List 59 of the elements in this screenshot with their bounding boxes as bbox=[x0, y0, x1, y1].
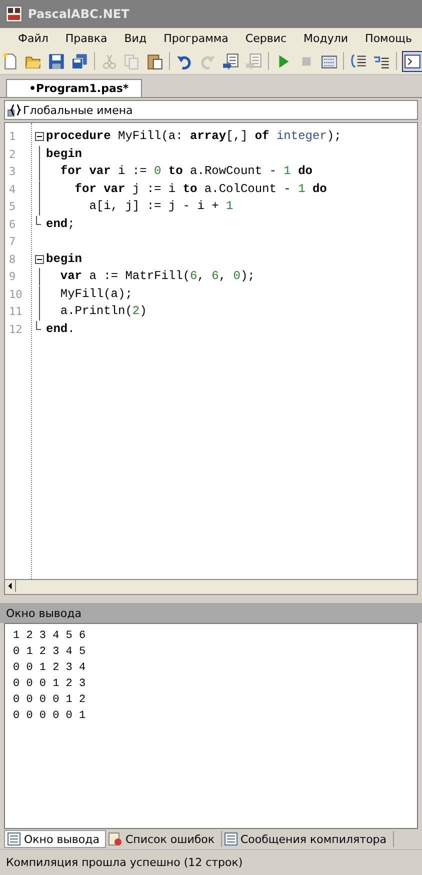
scope-dropdown[interactable]: Глобальные имена bbox=[4, 100, 418, 120]
line-number: 9 bbox=[9, 269, 17, 285]
code-line: end; bbox=[46, 216, 75, 230]
line-number: 7 bbox=[9, 234, 17, 250]
menu-item[interactable]: Вид bbox=[116, 32, 155, 44]
braces-icon bbox=[7, 103, 21, 117]
grid-icon[interactable] bbox=[320, 52, 338, 70]
menu-item[interactable]: Файл bbox=[10, 32, 56, 44]
output-line: 0 1 2 3 4 5 bbox=[13, 645, 86, 660]
list-icon bbox=[224, 832, 238, 846]
step-into-icon[interactable] bbox=[350, 52, 368, 70]
list-icon bbox=[7, 832, 21, 846]
line-number: 11 bbox=[9, 304, 24, 320]
line-number: 3 bbox=[9, 164, 17, 180]
code-line: for var i := 0 to a.RowCount - 1 do bbox=[59, 164, 312, 178]
code-line: end. bbox=[46, 322, 75, 336]
app-logo-icon bbox=[6, 6, 22, 22]
menu-item[interactable]: Помощь bbox=[357, 32, 420, 44]
panel-tab[interactable]: Сообщения компилятора bbox=[222, 831, 394, 847]
file-tab[interactable]: •Program1.pas* bbox=[6, 79, 142, 97]
line-number: 8 bbox=[9, 252, 17, 268]
line-number: 1 bbox=[9, 129, 17, 145]
new-file-icon[interactable] bbox=[2, 52, 19, 70]
line-number: 12 bbox=[9, 322, 24, 338]
code-line: begin bbox=[46, 252, 82, 266]
fold-toggle-icon[interactable] bbox=[34, 132, 44, 142]
output-line: 0 0 0 0 1 2 bbox=[13, 693, 86, 708]
code-line: MyFill(a); bbox=[59, 286, 132, 300]
code-line: procedure MyFill(a: array[,] of integer); bbox=[46, 129, 342, 143]
panel-tab[interactable]: Окно вывода bbox=[4, 830, 106, 848]
floppy-icon[interactable] bbox=[48, 52, 65, 70]
panel-tab[interactable]: Список ошибок bbox=[106, 831, 222, 847]
code-line: for var j := i to a.ColCount - 1 do bbox=[74, 182, 327, 196]
menu-item[interactable]: Модули bbox=[296, 32, 356, 44]
line-number: 2 bbox=[9, 146, 17, 162]
output-line: 0 0 1 2 3 4 bbox=[13, 661, 86, 676]
document-icon[interactable] bbox=[222, 52, 239, 70]
line-number: 5 bbox=[9, 199, 17, 215]
menu-item[interactable]: Программа bbox=[156, 32, 236, 44]
code-line: a[i, j] := j - i + 1 bbox=[88, 199, 234, 213]
line-number: 4 bbox=[9, 182, 17, 198]
code-line: var a := MatrFill(6, 6, 0); bbox=[59, 269, 255, 283]
code-line: a.Println(2) bbox=[59, 304, 147, 318]
line-number: 6 bbox=[9, 216, 17, 232]
line-number: 10 bbox=[9, 286, 24, 302]
clipboard-icon[interactable] bbox=[146, 52, 164, 70]
status-text: Компиляция прошла успешно (12 строк) bbox=[6, 856, 243, 869]
clipboard-error-icon bbox=[108, 832, 122, 846]
menu-item[interactable]: Сервис bbox=[237, 32, 295, 44]
fold-toggle-icon[interactable] bbox=[34, 254, 44, 264]
window-title: PascalABC.NET bbox=[28, 7, 130, 21]
console-icon[interactable] bbox=[403, 52, 422, 70]
output-line: 0 0 0 0 0 1 bbox=[13, 709, 86, 724]
panel-title: Окно вывода bbox=[6, 606, 82, 620]
menu-item[interactable]: Правка bbox=[57, 32, 116, 44]
output-line: 1 2 3 4 5 6 bbox=[13, 629, 86, 644]
floppies-icon[interactable] bbox=[70, 52, 88, 70]
output-line: 0 0 0 1 2 3 bbox=[13, 677, 86, 692]
code-line: begin bbox=[46, 146, 82, 160]
